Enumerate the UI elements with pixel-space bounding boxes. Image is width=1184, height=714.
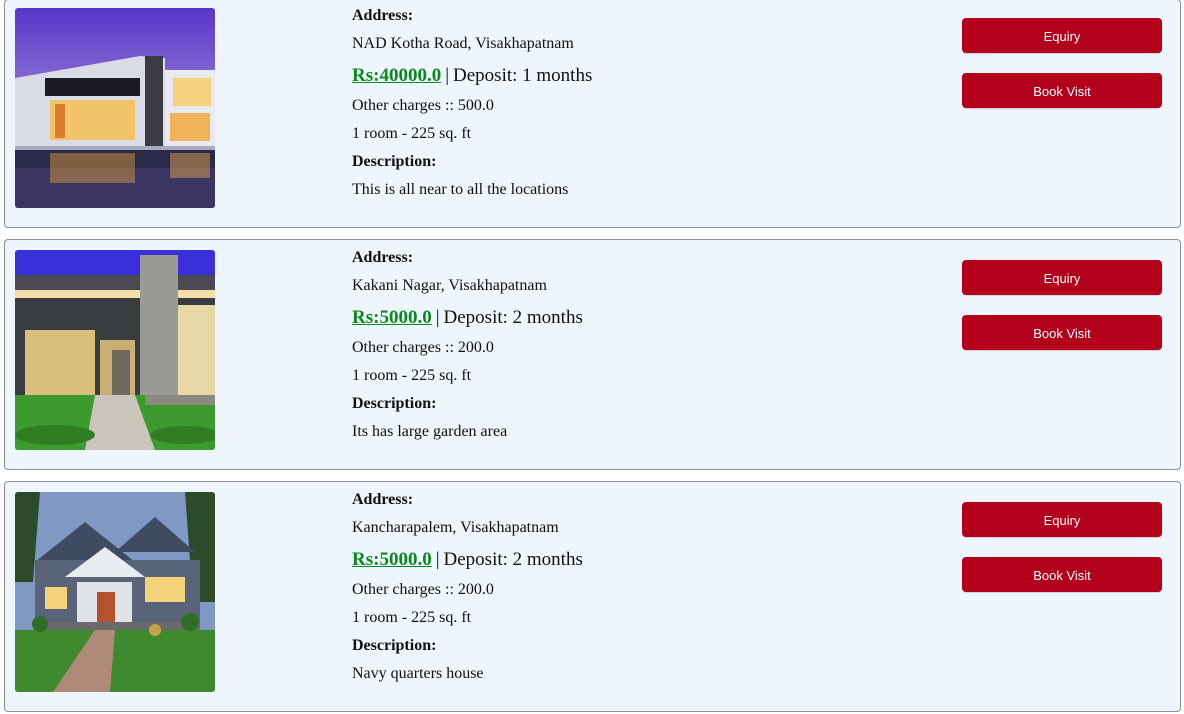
book-visit-button[interactable]: Book Visit	[962, 557, 1162, 592]
price-link[interactable]: Rs:5000.0	[352, 307, 432, 328]
price-separator: |	[435, 307, 440, 328]
price-link[interactable]: Rs:40000.0	[352, 65, 441, 86]
enquiry-button[interactable]: Equiry	[962, 18, 1162, 53]
price-line: Rs:5000.0 | Deposit: 2 months	[352, 548, 912, 572]
book-visit-button[interactable]: Book Visit	[962, 315, 1162, 350]
description-label: Description:	[352, 637, 437, 654]
enquiry-button[interactable]: Equiry	[962, 502, 1162, 537]
listing-info: Address: NAD Kotha Road, Visakhapatnam R…	[352, 6, 912, 200]
listing-card: Address: Kakani Nagar, Visakhapatnam Rs:…	[4, 239, 1181, 470]
deposit-value: Deposit: 2 months	[443, 307, 583, 328]
address-label: Address:	[352, 491, 414, 508]
room-info: 1 room - 225 sq. ft	[352, 125, 472, 142]
address-value: Kakani Nagar, Visakhapatnam	[352, 277, 547, 294]
room-info: 1 room - 225 sq. ft	[352, 609, 472, 626]
price-separator: |	[445, 65, 450, 86]
description-value: Navy quarters house	[352, 665, 484, 682]
craftsman-house-photo-icon	[15, 492, 215, 692]
modern-house-photo-icon	[15, 250, 215, 450]
property-photo[interactable]	[15, 8, 215, 208]
deposit-value: Deposit: 1 months	[453, 65, 593, 86]
enquiry-button[interactable]: Equiry	[962, 260, 1162, 295]
listing-card: Address: NAD Kotha Road, Visakhapatnam R…	[4, 0, 1181, 228]
price-link[interactable]: Rs:5000.0	[352, 549, 432, 570]
description-label: Description:	[352, 395, 437, 412]
description-label: Description:	[352, 153, 437, 170]
price-line: Rs:40000.0 | Deposit: 1 months	[352, 64, 912, 88]
book-visit-button[interactable]: Book Visit	[962, 73, 1162, 108]
deposit-value: Deposit: 2 months	[443, 549, 583, 570]
other-charges: Other charges :: 500.0	[352, 97, 494, 114]
listing-info: Address: Kakani Nagar, Visakhapatnam Rs:…	[352, 248, 912, 442]
description-value: Its has large garden area	[352, 423, 508, 440]
other-charges: Other charges :: 200.0	[352, 339, 494, 356]
description-value: This is all near to all the locations	[352, 181, 569, 198]
address-value: NAD Kotha Road, Visakhapatnam	[352, 35, 574, 52]
room-info: 1 room - 225 sq. ft	[352, 367, 472, 384]
listing-card: Address: Kancharapalem, Visakhapatnam Rs…	[4, 481, 1181, 712]
listing-info: Address: Kancharapalem, Visakhapatnam Rs…	[352, 490, 912, 684]
other-charges: Other charges :: 200.0	[352, 581, 494, 598]
price-line: Rs:5000.0 | Deposit: 2 months	[352, 306, 912, 330]
property-photo[interactable]	[15, 250, 215, 450]
price-separator: |	[435, 549, 440, 570]
address-label: Address:	[352, 249, 414, 266]
modern-villa-photo-icon	[15, 8, 215, 208]
listing-list: Address: NAD Kotha Road, Visakhapatnam R…	[0, 0, 1184, 714]
address-label: Address:	[352, 7, 414, 24]
property-photo[interactable]	[15, 492, 215, 692]
address-value: Kancharapalem, Visakhapatnam	[352, 519, 559, 536]
